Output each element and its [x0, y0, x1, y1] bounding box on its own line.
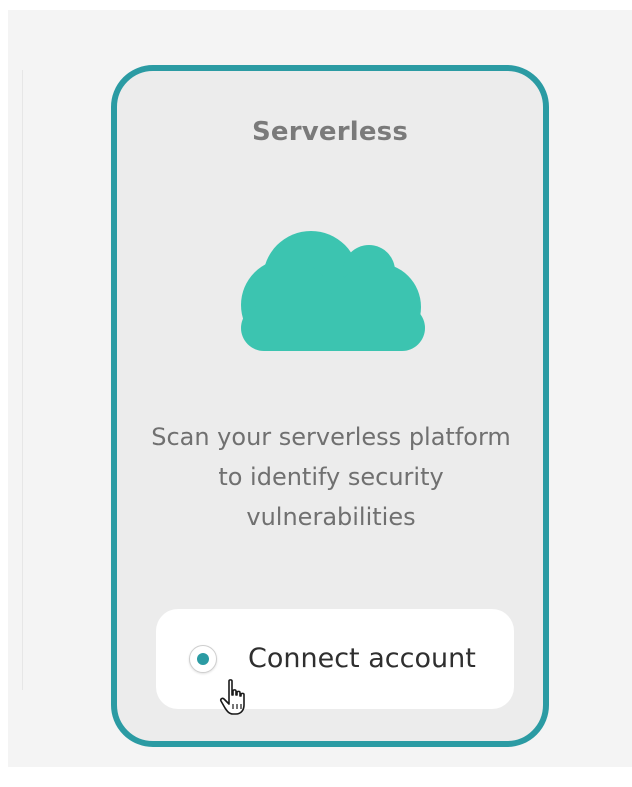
hand-pointer-icon: [219, 679, 245, 715]
cloud-icon: [241, 231, 425, 351]
card-description: Scan your serverless platform to identif…: [151, 423, 511, 531]
connect-account-button[interactable]: Connect account: [156, 609, 514, 709]
radio-selected-dot: [197, 653, 209, 665]
serverless-card[interactable]: Serverless Scan your serverless platform…: [111, 65, 549, 747]
radio-button[interactable]: [189, 645, 217, 673]
card-title: Serverless: [251, 117, 409, 147]
divider: [22, 70, 23, 690]
connect-account-label: Connect account: [248, 643, 476, 674]
